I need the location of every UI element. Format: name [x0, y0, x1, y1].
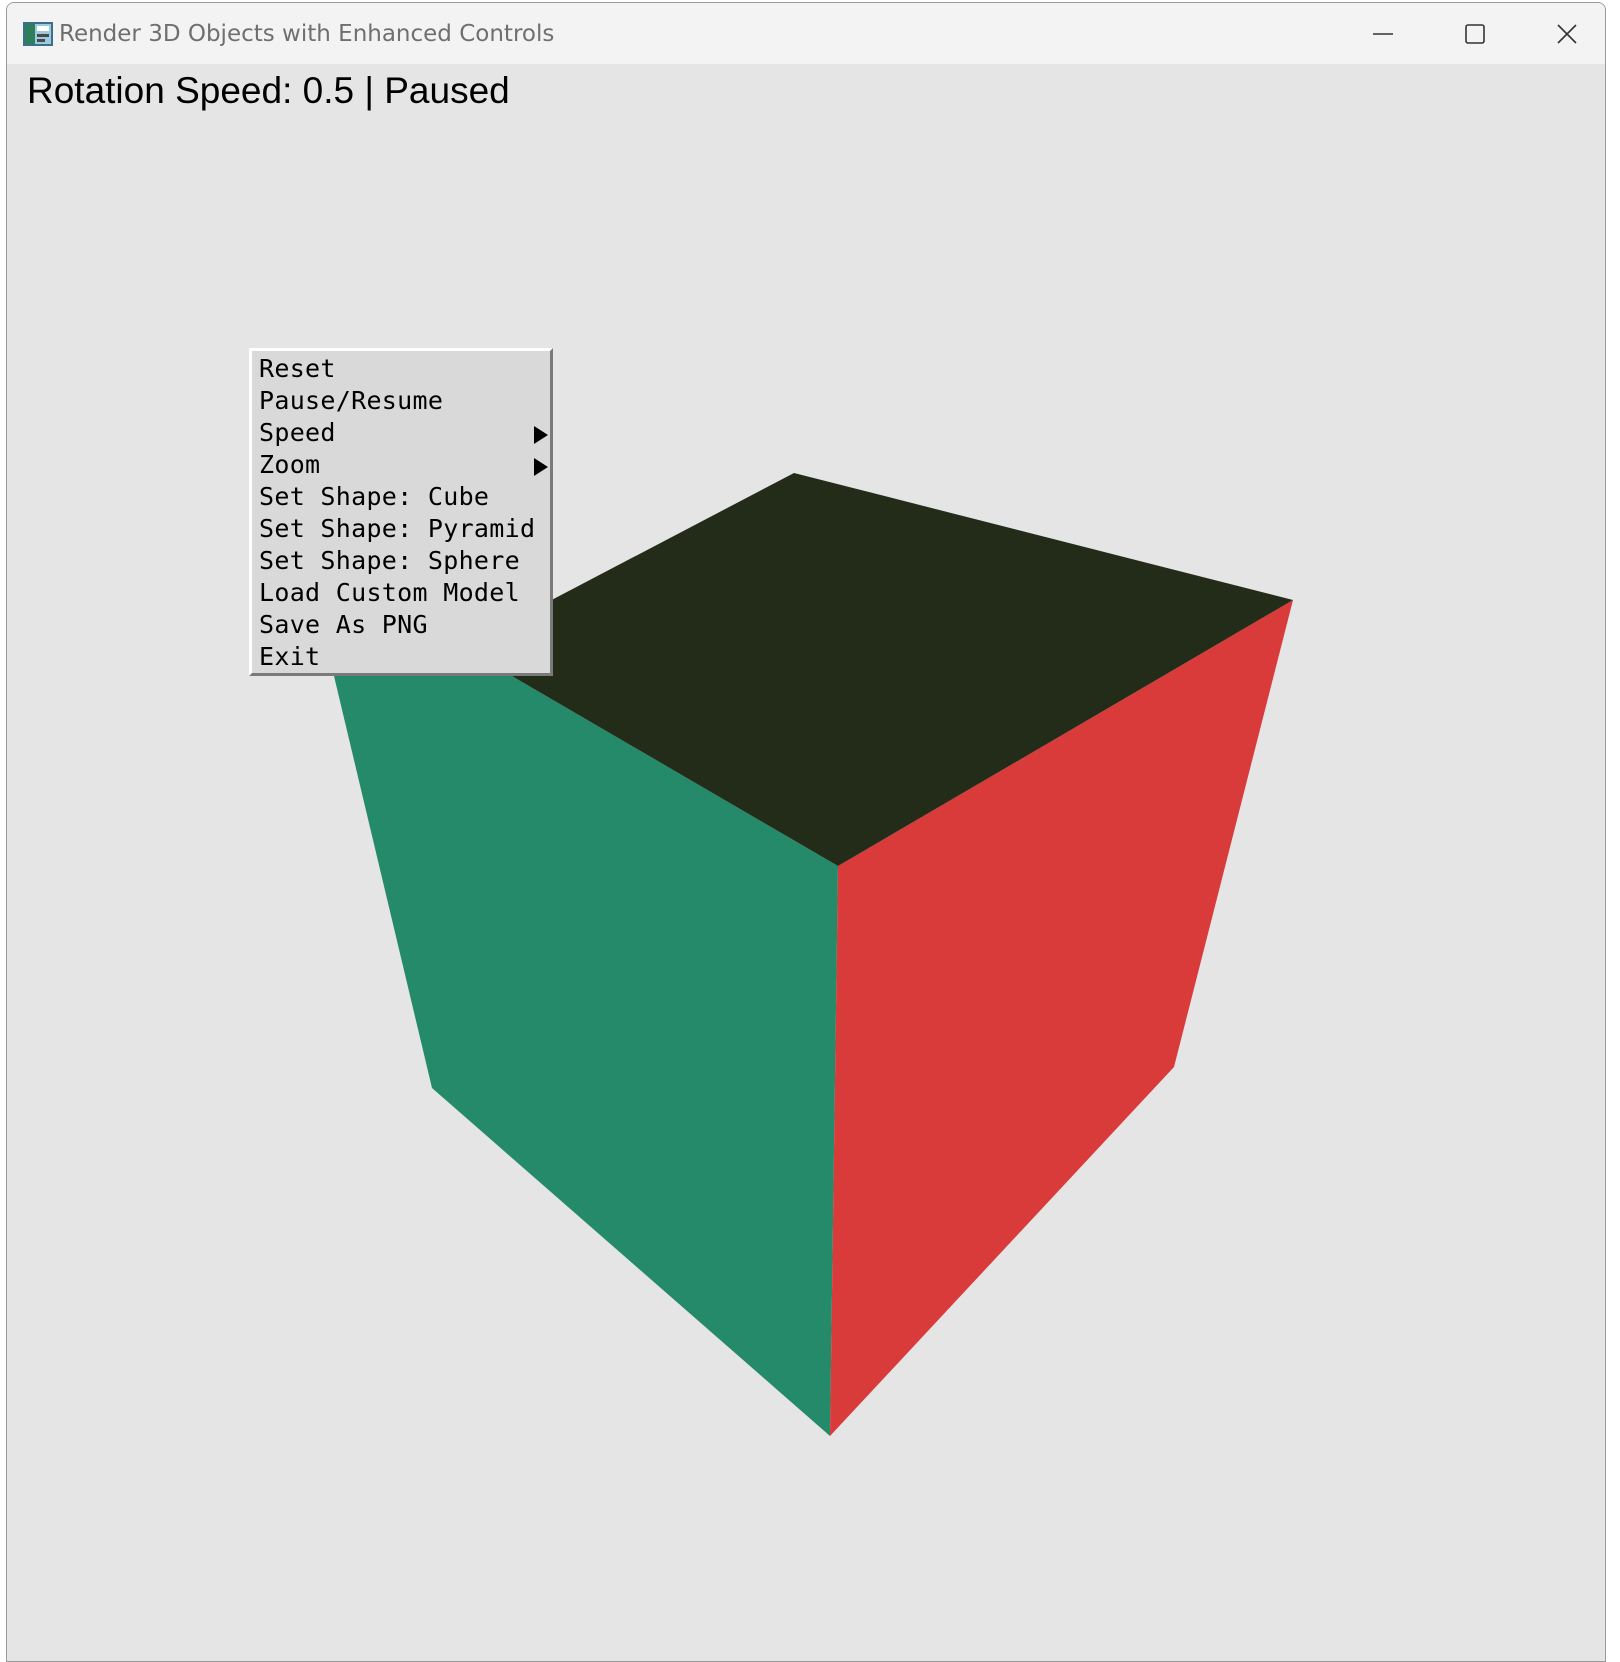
render-canvas[interactable]: Rotation Speed: 0.5 | Paused Reset Pause…	[7, 64, 1605, 1661]
maximize-button[interactable]	[1429, 3, 1521, 64]
submenu-arrow-icon	[534, 458, 548, 476]
menu-item-label: Speed	[259, 418, 336, 447]
menu-item-label: Save As PNG	[259, 610, 428, 639]
submenu-arrow-icon	[534, 426, 548, 444]
menu-item-shape-pyramid[interactable]: Set Shape: Pyramid	[252, 513, 550, 545]
minimize-button[interactable]	[1337, 3, 1429, 64]
menu-item-save-png[interactable]: Save As PNG	[252, 609, 550, 641]
menu-item-shape-cube[interactable]: Set Shape: Cube	[252, 481, 550, 513]
window-title: Render 3D Objects with Enhanced Controls	[59, 21, 555, 47]
menu-item-label: Zoom	[259, 450, 321, 479]
close-icon	[1556, 23, 1578, 45]
menu-item-label: Exit	[259, 642, 321, 671]
menu-item-label: Set Shape: Pyramid	[259, 514, 536, 543]
menu-item-pause-resume[interactable]: Pause/Resume	[252, 385, 550, 417]
menu-item-load-model[interactable]: Load Custom Model	[252, 577, 550, 609]
menu-item-label: Set Shape: Sphere	[259, 546, 520, 575]
menu-item-exit[interactable]: Exit	[252, 641, 550, 673]
app-window: Render 3D Objects with Enhanced Controls…	[6, 2, 1606, 1662]
menu-item-label: Load Custom Model	[259, 578, 520, 607]
app-icon	[23, 22, 53, 46]
close-button[interactable]	[1521, 3, 1605, 64]
menu-item-label: Reset	[259, 354, 336, 383]
menu-item-label: Pause/Resume	[259, 386, 444, 415]
menu-item-label: Set Shape: Cube	[259, 482, 490, 511]
menu-item-reset[interactable]: Reset	[252, 353, 550, 385]
status-text: Rotation Speed: 0.5 | Paused	[27, 70, 510, 111]
maximize-icon	[1464, 23, 1486, 45]
cube-render	[329, 473, 1293, 1436]
menu-item-shape-sphere[interactable]: Set Shape: Sphere	[252, 545, 550, 577]
title-bar[interactable]: Render 3D Objects with Enhanced Controls	[7, 3, 1605, 64]
minimize-icon	[1372, 23, 1394, 45]
menu-item-speed[interactable]: Speed	[252, 417, 550, 449]
menu-item-zoom[interactable]: Zoom	[252, 449, 550, 481]
context-menu: Reset Pause/Resume Speed Zoom Set Shape:…	[249, 348, 553, 676]
